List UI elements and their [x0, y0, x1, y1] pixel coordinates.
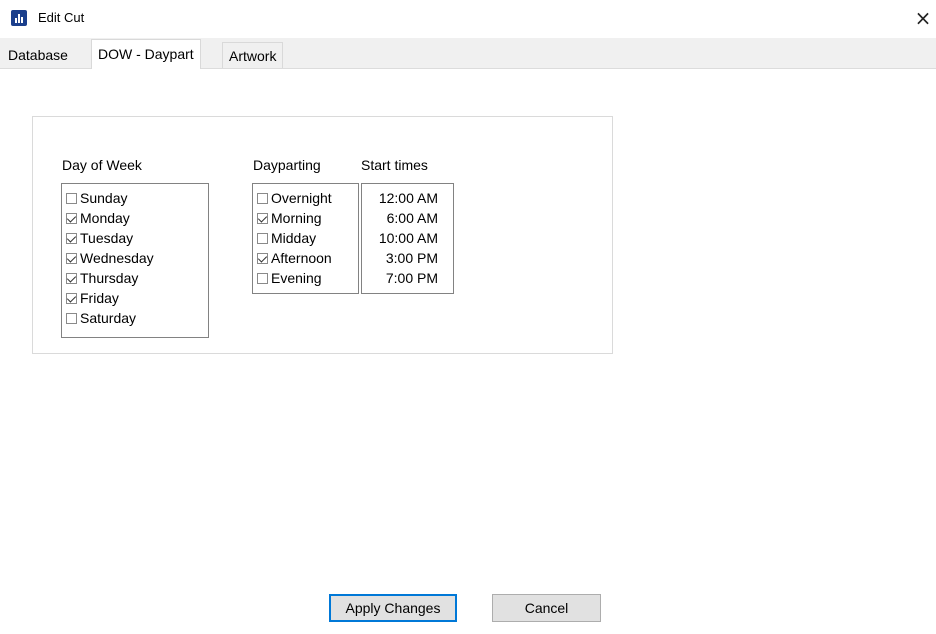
cancel-button[interactable]: Cancel [492, 594, 601, 622]
daypart-morning-checkbox[interactable]: Morning [257, 208, 322, 228]
checkbox-box[interactable] [66, 313, 77, 324]
window-title: Edit Cut [38, 10, 85, 25]
close-button[interactable]: × [910, 4, 936, 32]
checkbox-box[interactable] [66, 193, 77, 204]
day-tuesday-checkbox[interactable]: Tuesday [66, 228, 133, 248]
app-chart-icon [11, 10, 27, 26]
tab-artwork[interactable]: Artwork [222, 42, 284, 68]
checkbox-box[interactable] [257, 193, 268, 204]
start-time-item: 10:00 AM [378, 230, 438, 246]
daypart-midday-checkbox[interactable]: Midday [257, 228, 316, 248]
start-times-list: 12:00 AM 6:00 AM 10:00 AM 3:00 PM 7:00 P… [361, 183, 454, 294]
checkbox-box[interactable] [66, 233, 77, 244]
start-times-heading: Start times [361, 157, 428, 173]
checkbox-box[interactable] [257, 273, 268, 284]
start-time-item: 3:00 PM [385, 250, 438, 266]
daypart-evening-checkbox[interactable]: Evening [257, 268, 322, 288]
dayparting-heading: Dayparting [253, 157, 321, 173]
checkbox-box[interactable] [66, 293, 77, 304]
day-saturday-checkbox[interactable]: Saturday [66, 308, 136, 328]
day-friday-checkbox[interactable]: Friday [66, 288, 119, 308]
checkbox-box[interactable] [66, 273, 77, 284]
daypart-afternoon-checkbox[interactable]: Afternoon [257, 248, 332, 268]
day-wednesday-checkbox[interactable]: Wednesday [66, 248, 154, 268]
start-time-item: 6:00 AM [386, 210, 438, 226]
apply-changes-button[interactable]: Apply Changes [329, 594, 457, 622]
day-sunday-checkbox[interactable]: Sunday [66, 188, 127, 208]
checkbox-box[interactable] [257, 253, 268, 264]
checkbox-box[interactable] [66, 253, 77, 264]
day-of-week-list: Sunday Monday Tuesday Wednesday Thursday… [61, 183, 209, 338]
checkbox-box[interactable] [257, 213, 268, 224]
day-of-week-heading: Day of Week [62, 157, 142, 173]
checkbox-box[interactable] [66, 213, 77, 224]
dayparting-list: Overnight Morning Midday Afternoon Eveni… [252, 183, 359, 294]
start-time-item: 12:00 AM [378, 190, 438, 206]
day-thursday-checkbox[interactable]: Thursday [66, 268, 138, 288]
daypart-overnight-checkbox[interactable]: Overnight [257, 188, 332, 208]
tab-database[interactable]: Database [2, 42, 74, 68]
start-time-item: 7:00 PM [385, 270, 438, 286]
tab-dow-daypart[interactable]: DOW - Daypart [91, 39, 201, 69]
checkbox-box[interactable] [257, 233, 268, 244]
title-bar: Edit Cut × [0, 0, 936, 38]
day-monday-checkbox[interactable]: Monday [66, 208, 130, 228]
tab-bar: Database DOW - Daypart Artwork [0, 38, 936, 69]
